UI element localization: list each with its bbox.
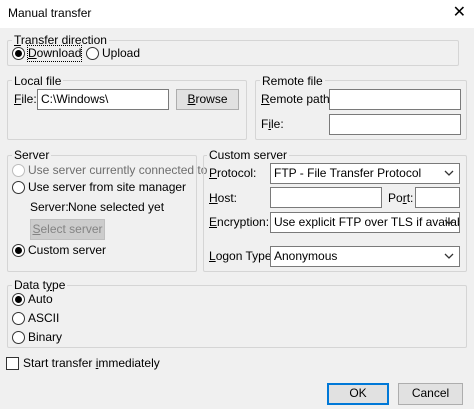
ascii-radio-group[interactable]: ASCII (12, 311, 72, 327)
remote-file-legend: Remote file (260, 74, 325, 89)
upload-label: Upload (102, 46, 141, 60)
close-icon[interactable]: ✕ (453, 3, 466, 23)
use-site-manager-radio-group[interactable]: Use server from site manager (12, 180, 192, 196)
select-server-button[interactable]: Select server (30, 219, 105, 240)
encryption-value: Use explicit FTP over TLS if available (274, 215, 460, 229)
chevron-down-icon (444, 253, 454, 259)
use-connected-radio[interactable] (12, 164, 25, 177)
custom-server-label: Custom server (28, 243, 107, 257)
data-type-group (7, 285, 467, 348)
remote-file-input[interactable] (329, 114, 461, 135)
local-file-input[interactable]: C:\Windows\ (37, 89, 169, 110)
start-immediately-checkbox[interactable] (6, 357, 19, 370)
ascii-radio[interactable] (12, 312, 25, 325)
cancel-button[interactable]: Cancel (398, 383, 463, 405)
port-input[interactable] (415, 187, 460, 208)
custom-server-legend: Custom server (207, 148, 290, 163)
host-label: Host: (209, 191, 238, 205)
logon-type-select[interactable]: Anonymous (270, 246, 460, 267)
start-immediately-label: Start transfer immediately (23, 356, 160, 370)
start-immediately-checkbox-group[interactable]: Start transfer immediately (6, 356, 160, 372)
custom-server-radio-group[interactable]: Custom server (12, 243, 132, 259)
chevron-down-icon (444, 170, 454, 176)
remote-path-input[interactable] (329, 89, 461, 110)
binary-radio-group[interactable]: Binary (12, 330, 72, 346)
port-label: Port: (388, 191, 414, 205)
use-connected-radio-group[interactable]: Use server currently connected to (12, 163, 207, 179)
data-type-legend: Data type (12, 278, 68, 293)
download-label: Download (26, 45, 83, 62)
local-file-legend: Local file (12, 74, 64, 89)
server-legend: Server (12, 148, 52, 163)
custom-server-radio[interactable] (12, 244, 25, 257)
logon-type-value: Anonymous (274, 249, 338, 263)
download-radio-group[interactable]: Download (12, 45, 83, 62)
browse-button[interactable]: Browse (176, 89, 239, 110)
remote-file-label: File: (261, 117, 284, 131)
encryption-select[interactable]: Use explicit FTP over TLS if available (270, 212, 460, 233)
encryption-label: Encryption: (209, 215, 270, 229)
remote-path-label: Remote path: (261, 92, 334, 106)
use-site-manager-radio[interactable] (12, 181, 25, 194)
upload-radio-group[interactable]: Upload (86, 46, 146, 62)
server-value: None selected yet (68, 200, 165, 214)
host-input[interactable] (270, 187, 382, 208)
binary-radio[interactable] (12, 331, 25, 344)
window-title: Manual transfer (8, 6, 92, 20)
protocol-value: FTP - File Transfer Protocol (274, 166, 422, 180)
ascii-label: ASCII (28, 311, 60, 325)
auto-label: Auto (28, 292, 53, 306)
upload-radio[interactable] (86, 47, 99, 60)
protocol-label: Protocol: (209, 166, 257, 180)
use-connected-label: Use server currently connected to (28, 163, 208, 177)
protocol-select[interactable]: FTP - File Transfer Protocol (270, 163, 460, 184)
use-site-manager-label: Use server from site manager (28, 180, 187, 194)
auto-radio[interactable] (12, 293, 25, 306)
chevron-down-icon (444, 219, 454, 225)
local-file-label: File: (14, 92, 37, 106)
auto-radio-group[interactable]: Auto (12, 292, 72, 308)
download-radio[interactable] (12, 47, 25, 60)
logon-type-label: Logon Type: (209, 249, 275, 263)
server-label: Server: (30, 200, 69, 214)
ok-button[interactable]: OK (327, 383, 389, 405)
binary-label: Binary (28, 330, 63, 344)
